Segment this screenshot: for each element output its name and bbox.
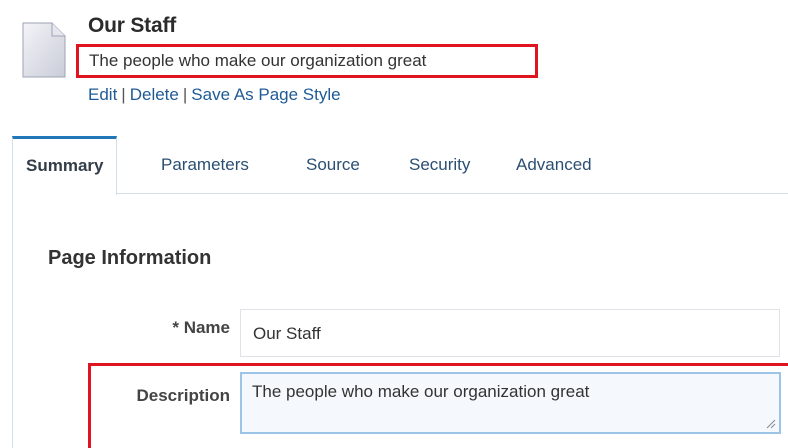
tab-summary[interactable]: Summary — [12, 136, 118, 195]
tab-bar: Summary Parameters Source Security Advan… — [12, 136, 788, 195]
page-document-icon — [22, 22, 66, 78]
tab-security[interactable]: Security — [409, 136, 470, 194]
name-label: * Name — [150, 318, 230, 338]
page-title: Our Staff — [88, 14, 177, 37]
section-title: Page Information — [48, 247, 212, 269]
action-separator: | — [182, 85, 188, 104]
name-field[interactable]: Our Staff — [240, 309, 780, 357]
name-label-text: Name — [183, 318, 230, 337]
required-marker: * — [172, 318, 179, 337]
page-description: The people who make our organization gre… — [76, 44, 538, 78]
save-as-page-style-link[interactable]: Save As Page Style — [191, 85, 340, 104]
description-label: Description — [136, 386, 230, 405]
action-separator: | — [121, 85, 126, 104]
page-actions: Edit | Delete | Save As Page Style — [88, 85, 341, 105]
tab-source[interactable]: Source — [306, 136, 360, 194]
tab-advanced[interactable]: Advanced — [516, 136, 592, 194]
edit-link[interactable]: Edit — [88, 85, 117, 104]
description-field-value: The people who make our organization gre… — [252, 382, 590, 401]
tab-parameters[interactable]: Parameters — [161, 136, 249, 194]
delete-link[interactable]: Delete — [130, 85, 179, 104]
description-field[interactable]: The people who make our organization gre… — [240, 372, 781, 434]
resize-grip-icon[interactable] — [766, 419, 776, 429]
